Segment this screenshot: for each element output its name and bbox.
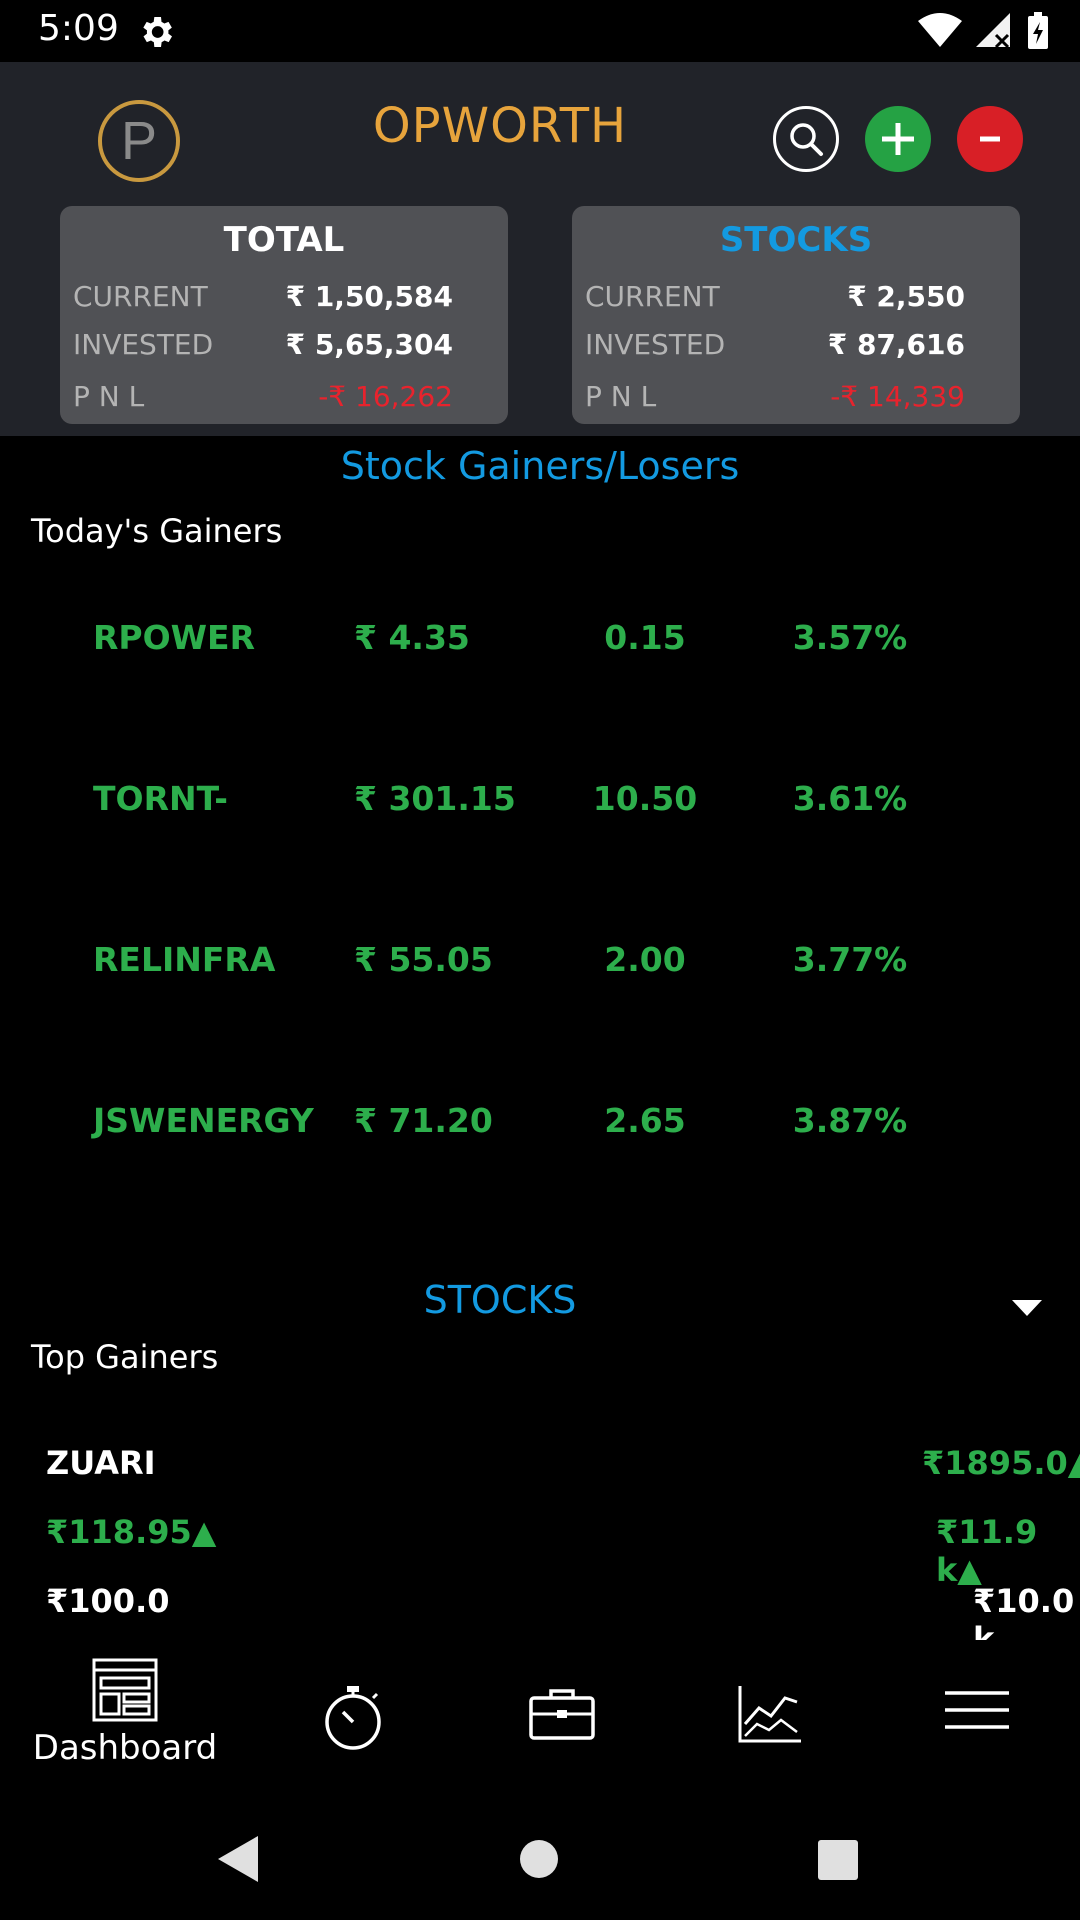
stocks-card[interactable]: STOCKS CURRENT ₹ 2,550 INVESTED ₹ 87,616… [572, 206, 1020, 424]
gainer-price: ₹ 301.15 [354, 779, 516, 818]
nav-menu[interactable] [942, 1690, 1012, 1730]
menu-icon [945, 1691, 1009, 1729]
bottom-nav: Dashboard [0, 1640, 1080, 1780]
chart-icon [738, 1686, 801, 1743]
invested-label: INVESTED [73, 328, 214, 361]
stocks-dropdown-label[interactable]: STOCKS [0, 1278, 1000, 1322]
status-bar: 5:09 [0, 0, 1080, 62]
app-header: P OPWORTH TOTAL CURRENT ₹ 1,50,584 INVES… [0, 62, 1080, 436]
todays-gainers-label: Today's Gainers [31, 512, 283, 550]
total-card[interactable]: TOTAL CURRENT ₹ 1,50,584 INVESTED ₹ 5,65… [60, 206, 508, 424]
add-button[interactable] [865, 106, 931, 172]
signal-icon [976, 13, 1010, 49]
battery-icon [1028, 12, 1048, 49]
stocks-card-title: STOCKS [719, 220, 873, 260]
invested-value: ₹ 5,65,304 [285, 328, 453, 361]
nav-charts[interactable] [735, 1684, 805, 1744]
stocks-invested-row: INVESTED ₹ 87,616 [585, 328, 965, 361]
briefcase-icon [529, 1689, 595, 1740]
stopwatch-icon [325, 1686, 381, 1750]
settings-gear-icon [143, 17, 172, 47]
top-gainer-base: ₹100.0 [46, 1582, 170, 1620]
nav-portfolio[interactable] [527, 1688, 597, 1740]
gainer-symbol: JSWENERGY [93, 1101, 314, 1140]
gainer-percent: 3.61% [792, 779, 908, 818]
gainer-row[interactable]: RELINFRA ₹ 55.05 2.00 3.77% [0, 940, 1080, 990]
gainer-symbol: TORNT- [93, 779, 228, 818]
pnl-label: P N L [73, 380, 145, 413]
top-gainer-symbol: ZUARI [46, 1444, 156, 1482]
gainer-symbol: RELINFRA [93, 940, 276, 979]
current-label: CURRENT [585, 280, 720, 313]
chevron-down-icon[interactable] [1012, 1300, 1042, 1316]
stocks-current-row: CURRENT ₹ 2,550 [585, 280, 965, 313]
gainer-change: 0.15 [604, 618, 686, 657]
total-current-row: CURRENT ₹ 1,50,584 [73, 280, 453, 313]
plus-icon [882, 123, 914, 155]
wifi-icon [918, 13, 962, 47]
gainer-row[interactable]: JSWENERGY ₹ 71.20 2.65 3.87% [0, 1101, 1080, 1151]
top-gainer-change: ₹118.95▲ [46, 1513, 217, 1551]
gainer-price: ₹ 4.35 [354, 618, 470, 657]
top-gainer-price: ₹1895.0▲ [922, 1444, 1080, 1482]
app-title: OPWORTH [372, 98, 628, 154]
home-icon[interactable] [520, 1840, 558, 1878]
top-gainers-label: Top Gainers [31, 1338, 219, 1376]
gainer-row[interactable]: TORNT- ₹ 301.15 10.50 3.61% [0, 779, 1080, 829]
back-icon[interactable] [218, 1836, 258, 1882]
remove-button[interactable] [957, 106, 1023, 172]
invested-value: ₹ 87,616 [827, 328, 965, 361]
gainer-change: 2.65 [604, 1101, 686, 1140]
pnl-label: P N L [585, 380, 657, 413]
top-gainer-volume: ₹11.9 k▲ [936, 1513, 1038, 1589]
status-icons [918, 12, 1050, 50]
minus-icon [980, 136, 1000, 142]
recents-icon[interactable] [818, 1840, 858, 1880]
total-card-title: TOTAL [223, 220, 345, 260]
gainer-price: ₹ 71.20 [354, 1101, 493, 1140]
gainer-change: 10.50 [592, 779, 698, 818]
gainer-change: 2.00 [604, 940, 686, 979]
system-nav-bar [0, 1780, 1080, 1920]
nav-timer[interactable] [318, 1684, 388, 1750]
gainer-percent: 3.57% [792, 618, 908, 657]
pnl-value: -₹ 16,262 [318, 380, 453, 413]
dashboard-icon [92, 1658, 158, 1722]
gainer-symbol: RPOWER [93, 618, 256, 657]
nav-dashboard-label: Dashboard [32, 1728, 218, 1768]
stocks-pnl-row: P N L -₹ 14,339 [585, 380, 965, 413]
search-button[interactable] [773, 106, 839, 172]
status-time: 5:09 [38, 8, 119, 49]
gainer-percent: 3.87% [792, 1101, 908, 1140]
total-invested-row: INVESTED ₹ 5,65,304 [73, 328, 453, 361]
pnl-value: -₹ 14,339 [830, 380, 965, 413]
nav-dashboard[interactable]: Dashboard [33, 1658, 217, 1768]
gainer-percent: 3.77% [792, 940, 908, 979]
invested-label: INVESTED [585, 328, 726, 361]
gainer-price: ₹ 55.05 [354, 940, 493, 979]
total-pnl-row: P N L -₹ 16,262 [73, 380, 453, 413]
current-label: CURRENT [73, 280, 208, 313]
gainer-row[interactable]: RPOWER ₹ 4.35 0.15 3.57% [0, 618, 1080, 668]
gainers-losers-title: Stock Gainers/Losers [340, 444, 740, 488]
current-value: ₹ 2,550 [847, 280, 965, 313]
current-value: ₹ 1,50,584 [285, 280, 453, 313]
search-icon [790, 123, 823, 156]
